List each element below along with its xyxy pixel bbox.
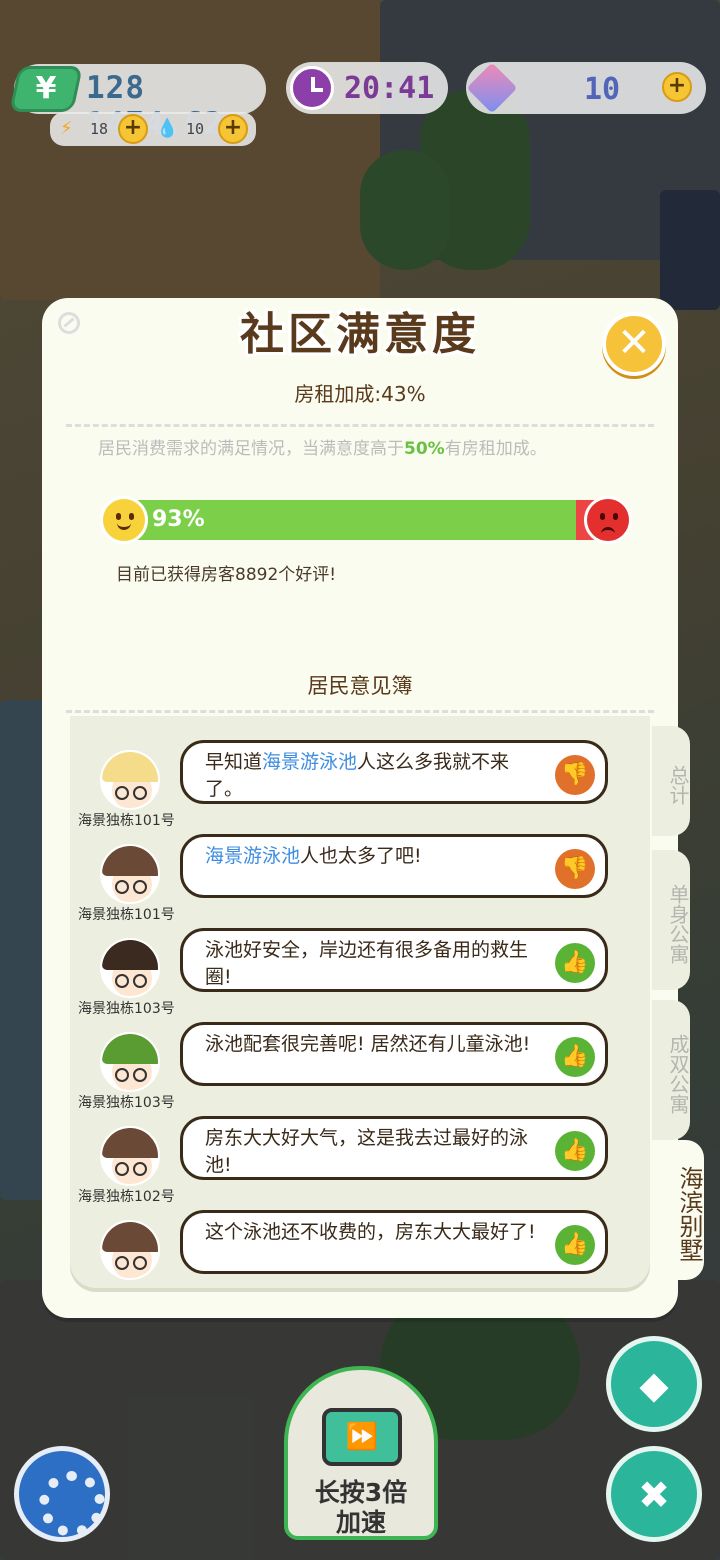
water-value: 10 — [186, 120, 205, 138]
angry-face-icon — [584, 496, 632, 544]
tools-icon: ✖ — [638, 1473, 670, 1517]
comment-bubble: 泳池配套很完善呢! 居然还有儿童泳池! 👍 — [180, 1022, 608, 1086]
game-clock: 20:41 — [286, 62, 448, 114]
tab-total[interactable]: 总计 — [652, 726, 690, 836]
thumbs-down-icon: 👎 — [555, 849, 595, 889]
clock-icon — [290, 66, 334, 110]
resident-unit: 海景独栋103号 — [78, 1095, 175, 1111]
build-button[interactable]: ✖ — [606, 1446, 702, 1542]
resource-bar: ⚡ 18 + 💧 10 + — [50, 112, 256, 146]
add-water-button[interactable]: + — [218, 114, 248, 144]
satisfaction-panel: 社区满意度 ✕ 房租加成:43% 居民消费需求的满足情况，当满意度高于50%有房… — [42, 298, 678, 1318]
energy-icon: ⚡ — [60, 118, 73, 139]
tab-seaside-villa[interactable]: 海滨别墅 — [650, 1140, 704, 1280]
resident-avatar — [100, 844, 160, 904]
shop-button[interactable]: ◆ — [606, 1336, 702, 1432]
resident-avatar — [100, 1032, 160, 1092]
resident-avatar — [100, 750, 160, 810]
energy-value: 18 — [90, 120, 109, 138]
comment-bubble: 早知道海景游泳池人这么多我就不来了。 👎 — [180, 740, 608, 804]
divider — [66, 424, 654, 427]
comment-bubble: 这个泳池还不收费的，房东大大最好了! 👍 — [180, 1210, 608, 1274]
thumbs-up-icon: 👍 — [555, 1131, 595, 1171]
thumbs-down-icon: 👎 — [555, 755, 595, 795]
gem-display: 10 + — [466, 62, 706, 114]
tv-fast-forward-icon: ⏩ — [322, 1408, 402, 1466]
close-button[interactable]: ✕ — [602, 312, 666, 376]
panel-title: 社区满意度 — [240, 309, 480, 360]
resident-avatar — [100, 1126, 160, 1186]
satisfaction-percent: 93% — [152, 507, 205, 532]
facility-name: 海景游泳池 — [262, 751, 358, 773]
satisfaction-description: 居民消费需求的满足情况，当满意度高于50%有房租加成。 — [98, 439, 547, 459]
gem-value: 10 — [584, 72, 621, 107]
comment-item: 海景独栋101号 海景游泳池人也太多了吧! 👎 — [70, 832, 650, 926]
clock-time: 20:41 — [344, 71, 435, 106]
add-gems-button[interactable]: + — [662, 72, 692, 102]
gem-shop-icon: ◆ — [639, 1363, 669, 1407]
comment-item: 海景独栋102号 房东大大好大气，这是我去过最好的泳池! 👍 — [70, 1114, 650, 1208]
comment-bubble: 房东大大好大气，这是我去过最好的泳池! 👍 — [180, 1116, 608, 1180]
currency-icon: ¥ — [9, 66, 83, 112]
speed-up-button[interactable]: ⏩ 长按3倍 加速 — [284, 1366, 438, 1540]
tab-couple-apartment[interactable]: 成双公寓 — [652, 1000, 690, 1140]
resident-avatar — [100, 938, 160, 998]
resident-unit: 海景独栋102号 — [78, 1189, 175, 1205]
add-energy-button[interactable]: + — [118, 114, 148, 144]
tab-single-apartment[interactable]: 单身公寓 — [652, 850, 690, 990]
comment-item: 海景独栋103号 泳池配套很完善呢! 居然还有儿童泳池! 👍 — [70, 1020, 650, 1114]
comment-item: 海景独栋101号 早知道海景游泳池人这么多我就不来了。 👎 — [70, 738, 650, 832]
satisfaction-bar: 93% — [100, 496, 632, 544]
good-reviews-count: 目前已获得房客8892个好评! — [116, 565, 337, 585]
comment-bubble: 海景游泳池人也太多了吧! 👎 — [180, 834, 608, 898]
gem-icon — [466, 62, 518, 114]
money-display: ¥ 128 1474.62 — [9, 64, 266, 142]
opinion-book-title: 居民意见簿 — [307, 674, 413, 698]
resident-unit: 海景独栋101号 — [78, 907, 175, 923]
comment-list[interactable]: 海景独栋101号 早知道海景游泳池人这么多我就不来了。 👎 海景独栋101号 海景游泳池… — [70, 716, 650, 1288]
thumbs-up-icon: 👍 — [555, 943, 595, 983]
facility-name: 海景游泳池 — [205, 845, 301, 867]
comment-item: 这个泳池还不收费的，房东大大最好了! 👍 — [70, 1208, 650, 1288]
speed-up-label: 长按3倍 加速 — [314, 1478, 408, 1537]
happy-face-icon — [100, 496, 148, 544]
resident-avatar — [100, 1220, 160, 1280]
water-icon: 💧 — [156, 118, 179, 139]
divider — [66, 710, 654, 713]
rent-bonus-text: 房租加成:43% — [294, 382, 426, 406]
comment-item: 海景独栋103号 泳池好安全，岸边还有很多备用的救生圈! 👍 — [70, 926, 650, 1020]
settings-button[interactable] — [14, 1446, 110, 1542]
resident-unit: 海景独栋103号 — [78, 1001, 175, 1017]
thumbs-up-icon: 👍 — [555, 1037, 595, 1077]
thumbs-up-icon: 👍 — [555, 1225, 595, 1265]
resident-unit: 海景独栋101号 — [78, 813, 175, 829]
comment-bubble: 泳池好安全，岸边还有很多备用的救生圈! 👍 — [180, 928, 608, 992]
